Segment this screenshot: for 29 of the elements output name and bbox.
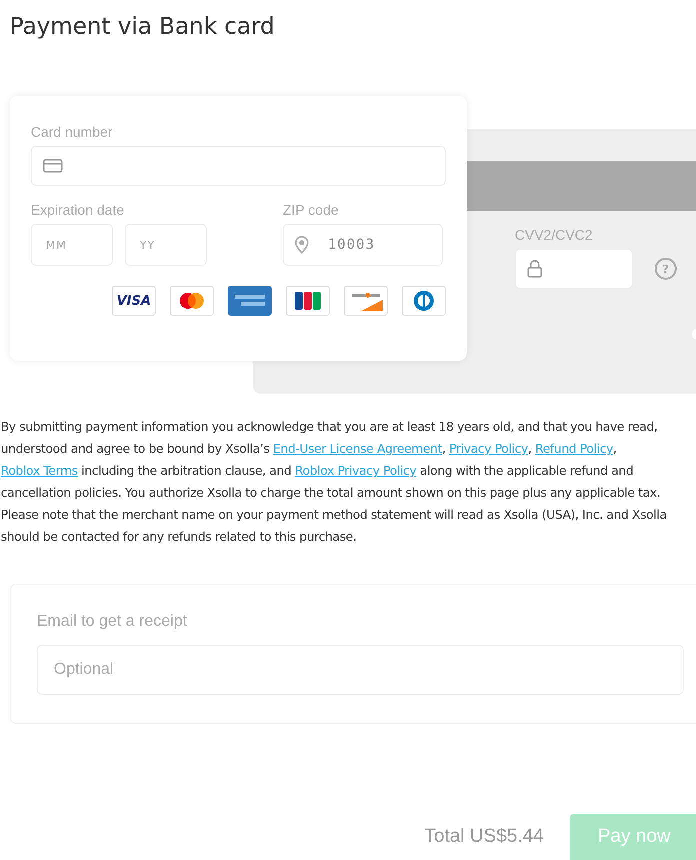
field-label: ZIP code xyxy=(283,202,340,218)
visa-logo: VISA xyxy=(112,286,156,316)
field-label: Expiration date xyxy=(31,202,126,218)
lock-icon xyxy=(527,260,543,278)
amex-logo xyxy=(228,286,272,316)
year-field[interactable]: YY xyxy=(125,224,207,266)
policy-link[interactable]: Roblox Privacy Policy xyxy=(295,464,417,478)
discover-logo xyxy=(344,286,388,316)
card-number-field[interactable] xyxy=(31,146,446,186)
help-icon[interactable]: ? xyxy=(655,258,677,280)
policy-link[interactable]: Roblox Terms xyxy=(1,464,78,478)
jcb-logo xyxy=(286,286,330,316)
field-label: Card number xyxy=(31,124,114,140)
email-field[interactable]: Optional xyxy=(37,645,684,695)
diners-club-logo xyxy=(402,286,446,316)
month-field[interactable]: MM xyxy=(31,224,113,266)
page-title: Payment via Bank card xyxy=(10,14,276,40)
cvv-field[interactable] xyxy=(515,249,633,289)
location-pin-icon xyxy=(295,236,309,254)
credit-card-icon xyxy=(43,159,63,173)
policy-link[interactable]: Refund Policy xyxy=(535,442,614,456)
policy-link[interactable]: Privacy Policy xyxy=(449,442,528,456)
zip-field[interactable]: 10003 xyxy=(283,224,443,266)
total-amount: Total US$5.44 xyxy=(424,826,544,848)
field-label: Email to get a receipt xyxy=(37,613,188,631)
policy-link[interactable]: End-User License Agreement xyxy=(273,442,442,456)
mastercard-logo xyxy=(170,286,214,316)
legal-notice: By submitting payment information you acknowledge that you are at least 18 years old, and that you have read, understood and agree to be bound by Xsolla’s End-User License Agreement, Privacy Policy, Refund Policy, Roblox Terms including the arbitration clause, and Roblox Privacy Policy along with the applicable refund and cancellation policies. You authorize Xsolla to charge the total amount shown on this page plus any applicable tax. Please note that the merchant name on your payment method statement will read as Xsolla (USA), Inc. and Xsolla should be contacted for any refunds related to this purchase. xyxy=(0,419,668,546)
field-label: CVV2/CVC2 xyxy=(515,227,594,243)
